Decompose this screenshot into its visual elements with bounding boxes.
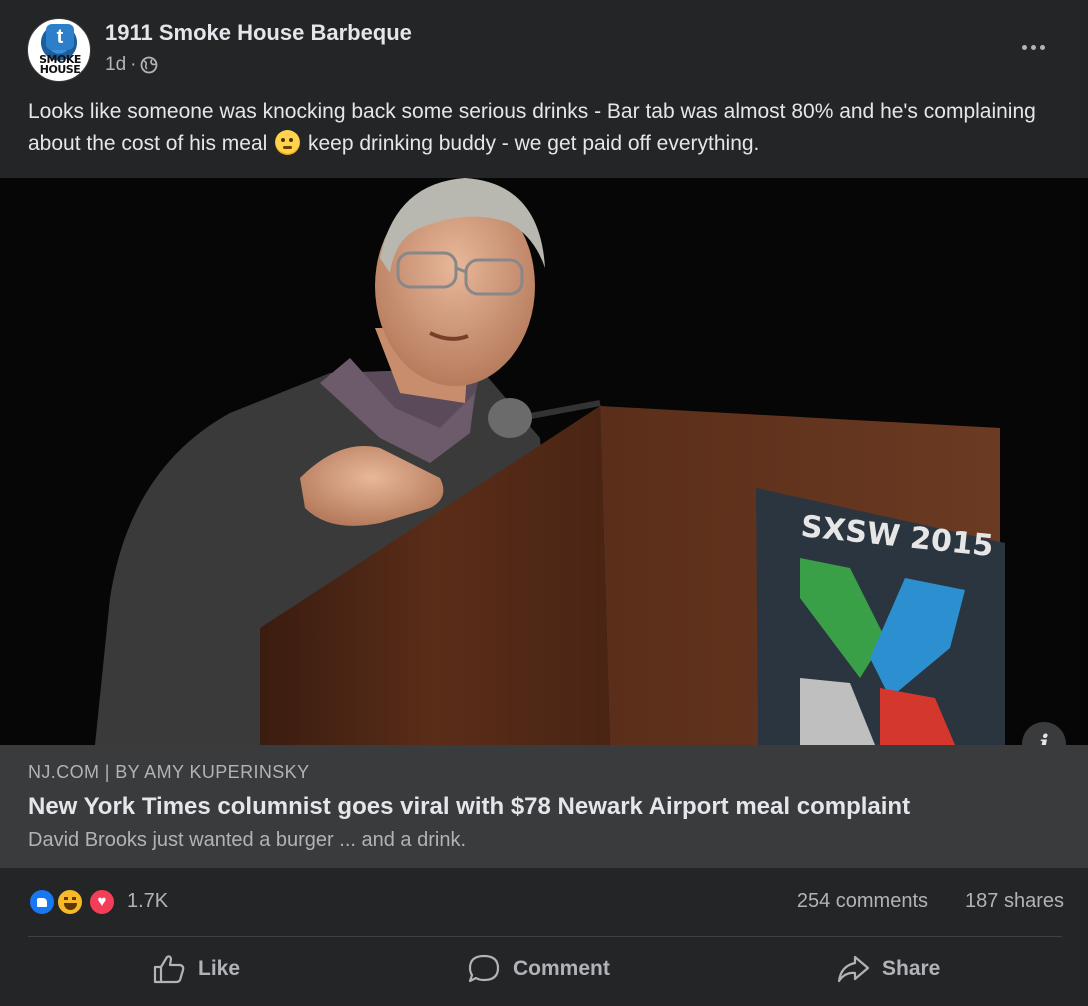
link-title[interactable]: New York Times columnist goes viral with… [28,793,910,821]
page-avatar[interactable]: t SMOKE HOUSE [27,18,91,82]
reaction-count[interactable]: 1.7K [127,890,168,913]
actions-divider [28,936,1062,937]
post-meta: 1d · [105,54,158,76]
love-reaction-icon[interactable] [88,888,116,916]
haha-reaction-icon[interactable] [56,888,84,916]
post-header: t SMOKE HOUSE 1911 Smoke House Barbeque … [0,0,1088,96]
thumbs-up-icon [152,953,186,985]
post-photo[interactable]: SXSW 2015 [0,178,1088,745]
like-button[interactable]: Like [152,944,240,994]
post-text-part2: keep drinking buddy - we get paid off ev… [302,132,760,155]
photo-illustration: SXSW 2015 [0,178,1088,745]
comment-button[interactable]: Comment [467,944,610,994]
post-text: Looks like someone was knocking back som… [28,96,1068,160]
like-label: Like [198,957,241,980]
meta-separator: · [130,54,137,75]
thinking-face-emoji [275,130,301,155]
more-options-icon[interactable] [1016,30,1050,64]
share-button[interactable]: Share [836,944,940,994]
globe-icon [140,56,158,74]
like-reaction-icon[interactable] [28,888,56,916]
link-description: David Brooks just wanted a burger ... an… [28,829,467,851]
comment-bubble-icon [467,953,501,985]
page-name-link[interactable]: 1911 Smoke House Barbeque [105,20,412,46]
share-arrow-icon [836,953,870,985]
avatar-letter: t [46,24,74,50]
link-source: NJ.COM | BY AMY KUPERINSKY [28,762,310,782]
share-label: Share [882,957,941,980]
post-card: t SMOKE HOUSE 1911 Smoke House Barbeque … [0,0,1088,1006]
comment-label: Comment [513,957,610,980]
avatar-logo-text: SMOKE HOUSE [39,53,81,76]
post-timestamp[interactable]: 1d [105,54,126,76]
comments-count[interactable]: 254 comments [797,890,928,913]
shares-count[interactable]: 187 shares [965,890,1064,913]
